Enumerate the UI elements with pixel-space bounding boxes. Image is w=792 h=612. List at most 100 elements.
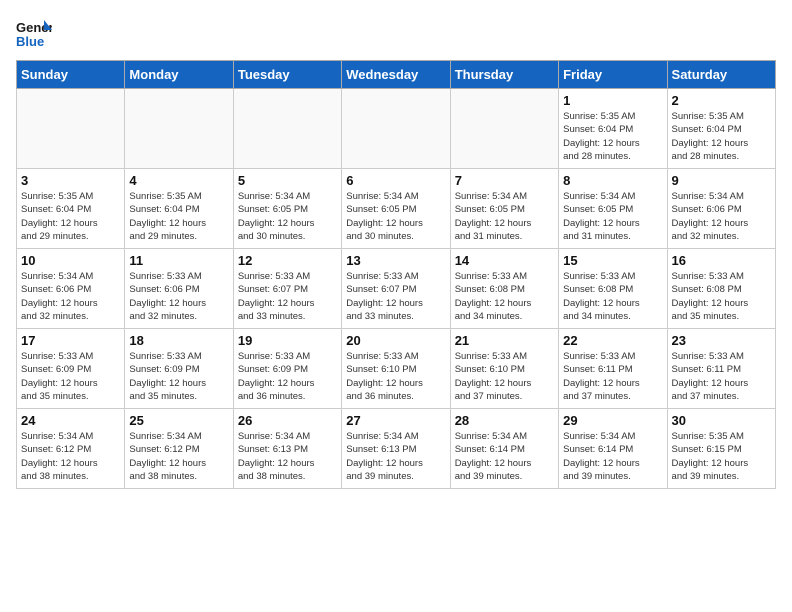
calendar-header-cell: Thursday [450, 61, 558, 89]
day-cell: 6Sunrise: 5:34 AM Sunset: 6:05 PM Daylig… [342, 169, 450, 249]
day-info: Sunrise: 5:34 AM Sunset: 6:13 PM Dayligh… [346, 430, 445, 483]
day-number: 27 [346, 413, 445, 428]
day-number: 7 [455, 173, 554, 188]
day-cell: 22 Sunrise: 5:33 AM Sunset: 6:11 PM Dayli… [559, 329, 667, 409]
day-number: 23 [672, 333, 771, 348]
week-row: 3 Sunrise: 5:35 AM Sunset: 6:04 PM Daylig… [17, 169, 776, 249]
day-info: Sunrise: 5:34 AM Sunset: 6:06 PM Dayligh… [21, 270, 120, 323]
day-info: Sunrise: 5:33 AM Sunset: 6:09 PM Dayligh… [129, 350, 228, 403]
day-number: 5 [238, 173, 337, 188]
day-cell: 8 Sunrise: 5:34 AM Sunset: 6:05 PM Daylig… [559, 169, 667, 249]
week-row: 1 Sunrise: 5:35 AM Sunset: 6:04 PM Daylig… [17, 89, 776, 169]
calendar-header: SundayMondayTuesdayWednesdayThursdayFrid… [17, 61, 776, 89]
day-number: 17 [21, 333, 120, 348]
day-info: Sunrise: 5:34 AM Sunset: 6:12 PM Dayligh… [129, 430, 228, 483]
day-info: Sunrise: 5:33 AM Sunset: 6:11 PM Dayligh… [563, 350, 662, 403]
day-cell: 18 Sunrise: 5:33 AM Sunset: 6:09 PM Dayli… [125, 329, 233, 409]
day-info: Sunrise: 5:34 AM Sunset: 6:12 PM Dayligh… [21, 430, 120, 483]
day-info: Sunrise: 5:33 AM Sunset: 6:08 PM Dayligh… [672, 270, 771, 323]
day-number: 26 [238, 413, 337, 428]
day-number: 2 [672, 93, 771, 108]
day-info: Sunrise: 5:35 AM Sunset: 6:15 PM Dayligh… [672, 430, 771, 483]
day-cell: 10 Sunrise: 5:34 AM Sunset: 6:06 PM Dayli… [17, 249, 125, 329]
day-number: 4 [129, 173, 228, 188]
day-number: 14 [455, 253, 554, 268]
calendar-body: 1 Sunrise: 5:35 AM Sunset: 6:04 PM Daylig… [17, 89, 776, 489]
day-cell: 11Sunrise: 5:33 AM Sunset: 6:06 PM Dayli… [125, 249, 233, 329]
day-info: Sunrise: 5:33 AM Sunset: 6:07 PM Dayligh… [238, 270, 337, 323]
day-info: Sunrise: 5:34 AM Sunset: 6:14 PM Dayligh… [563, 430, 662, 483]
day-info: Sunrise: 5:33 AM Sunset: 6:08 PM Dayligh… [563, 270, 662, 323]
day-cell: 25 Sunrise: 5:34 AM Sunset: 6:12 PM Dayli… [125, 409, 233, 489]
day-cell: 14 Sunrise: 5:33 AM Sunset: 6:08 PM Dayli… [450, 249, 558, 329]
day-cell: 30 Sunrise: 5:35 AM Sunset: 6:15 PM Dayli… [667, 409, 775, 489]
logo-icon: General Blue [16, 16, 52, 52]
day-cell: 26 Sunrise: 5:34 AM Sunset: 6:13 PM Dayli… [233, 409, 341, 489]
calendar-header-cell: Monday [125, 61, 233, 89]
day-number: 12 [238, 253, 337, 268]
day-info: Sunrise: 5:33 AM Sunset: 6:09 PM Dayligh… [238, 350, 337, 403]
day-number: 8 [563, 173, 662, 188]
day-number: 6 [346, 173, 445, 188]
day-cell [233, 89, 341, 169]
calendar-header-cell: Saturday [667, 61, 775, 89]
day-info: Sunrise: 5:34 AM Sunset: 6:05 PM Dayligh… [238, 190, 337, 243]
day-info: Sunrise: 5:33 AM Sunset: 6:06 PM Dayligh… [129, 270, 228, 323]
day-cell: 21Sunrise: 5:33 AM Sunset: 6:10 PM Dayli… [450, 329, 558, 409]
day-cell [450, 89, 558, 169]
day-cell: 4 Sunrise: 5:35 AM Sunset: 6:04 PM Daylig… [125, 169, 233, 249]
header: General Blue [16, 16, 776, 52]
day-number: 25 [129, 413, 228, 428]
day-number: 29 [563, 413, 662, 428]
day-info: Sunrise: 5:33 AM Sunset: 6:10 PM Dayligh… [455, 350, 554, 403]
week-row: 24 Sunrise: 5:34 AM Sunset: 6:12 PM Dayli… [17, 409, 776, 489]
calendar-header-cell: Tuesday [233, 61, 341, 89]
day-cell: 1Sunrise: 5:35 AM Sunset: 6:04 PM Daylig… [559, 89, 667, 169]
day-cell [342, 89, 450, 169]
day-number: 20 [346, 333, 445, 348]
day-cell: 27 Sunrise: 5:34 AM Sunset: 6:13 PM Dayli… [342, 409, 450, 489]
day-number: 13 [346, 253, 445, 268]
day-number: 22 [563, 333, 662, 348]
day-info: Sunrise: 5:34 AM Sunset: 6:13 PM Dayligh… [238, 430, 337, 483]
day-cell: 15Sunrise: 5:33 AM Sunset: 6:08 PM Dayli… [559, 249, 667, 329]
day-number: 16 [672, 253, 771, 268]
day-number: 28 [455, 413, 554, 428]
day-cell: 17 Sunrise: 5:33 AM Sunset: 6:09 PM Dayli… [17, 329, 125, 409]
day-number: 24 [21, 413, 120, 428]
day-cell: 29 Sunrise: 5:34 AM Sunset: 6:14 PM Dayli… [559, 409, 667, 489]
day-cell [125, 89, 233, 169]
day-cell: 2 Sunrise: 5:35 AM Sunset: 6:04 PM Daylig… [667, 89, 775, 169]
day-cell: 13Sunrise: 5:33 AM Sunset: 6:07 PM Dayli… [342, 249, 450, 329]
day-info: Sunrise: 5:34 AM Sunset: 6:05 PM Dayligh… [563, 190, 662, 243]
day-info: Sunrise: 5:33 AM Sunset: 6:09 PM Dayligh… [21, 350, 120, 403]
day-number: 19 [238, 333, 337, 348]
day-cell: 16 Sunrise: 5:33 AM Sunset: 6:08 PM Dayli… [667, 249, 775, 329]
day-cell: 7 Sunrise: 5:34 AM Sunset: 6:05 PM Daylig… [450, 169, 558, 249]
svg-text:Blue: Blue [16, 34, 44, 49]
day-number: 18 [129, 333, 228, 348]
day-number: 10 [21, 253, 120, 268]
day-cell: 24 Sunrise: 5:34 AM Sunset: 6:12 PM Dayli… [17, 409, 125, 489]
day-cell: 28 Sunrise: 5:34 AM Sunset: 6:14 PM Dayli… [450, 409, 558, 489]
day-info: Sunrise: 5:35 AM Sunset: 6:04 PM Dayligh… [21, 190, 120, 243]
day-info: Sunrise: 5:35 AM Sunset: 6:04 PM Dayligh… [672, 110, 771, 163]
day-cell: 3 Sunrise: 5:35 AM Sunset: 6:04 PM Daylig… [17, 169, 125, 249]
logo: General Blue [16, 16, 52, 52]
day-number: 1 [563, 93, 662, 108]
day-info: Sunrise: 5:35 AM Sunset: 6:04 PM Dayligh… [129, 190, 228, 243]
day-number: 30 [672, 413, 771, 428]
calendar-header-cell: Sunday [17, 61, 125, 89]
calendar: SundayMondayTuesdayWednesdayThursdayFrid… [16, 60, 776, 489]
day-cell: 12 Sunrise: 5:33 AM Sunset: 6:07 PM Dayli… [233, 249, 341, 329]
day-info: Sunrise: 5:34 AM Sunset: 6:05 PM Dayligh… [455, 190, 554, 243]
day-info: Sunrise: 5:34 AM Sunset: 6:14 PM Dayligh… [455, 430, 554, 483]
day-cell: 19 Sunrise: 5:33 AM Sunset: 6:09 PM Dayli… [233, 329, 341, 409]
day-cell: 5 Sunrise: 5:34 AM Sunset: 6:05 PM Daylig… [233, 169, 341, 249]
day-info: Sunrise: 5:33 AM Sunset: 6:08 PM Dayligh… [455, 270, 554, 323]
day-cell [17, 89, 125, 169]
day-info: Sunrise: 5:33 AM Sunset: 6:10 PM Dayligh… [346, 350, 445, 403]
day-number: 3 [21, 173, 120, 188]
calendar-header-cell: Wednesday [342, 61, 450, 89]
day-cell: 23Sunrise: 5:33 AM Sunset: 6:11 PM Dayli… [667, 329, 775, 409]
